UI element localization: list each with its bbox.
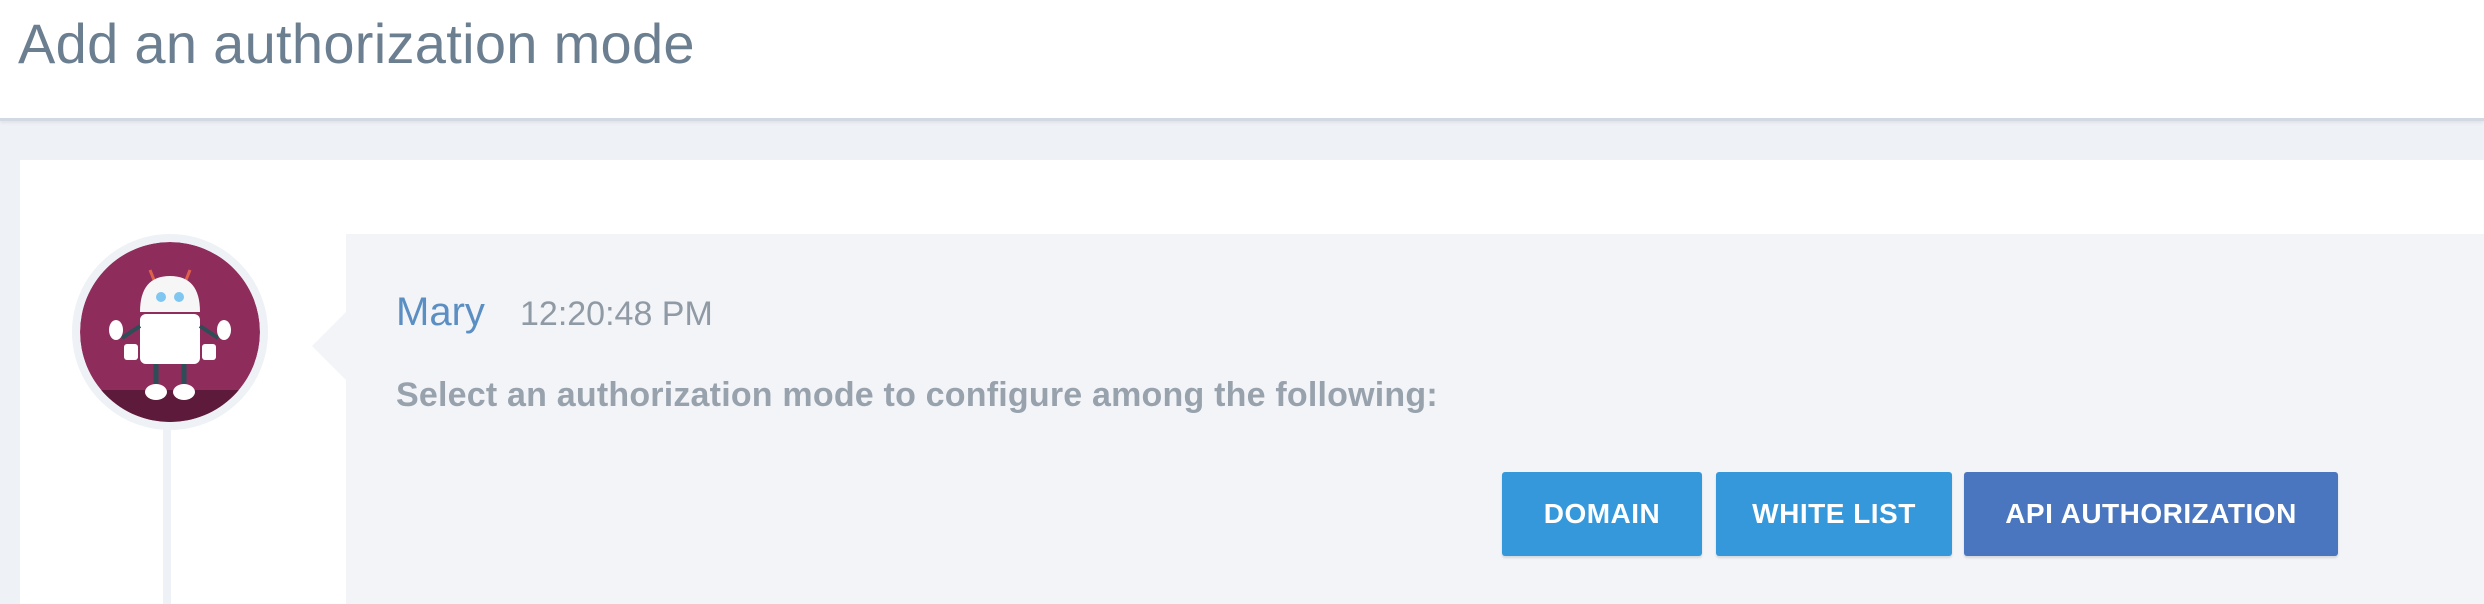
avatar bbox=[80, 242, 260, 422]
message-bubble: Mary 12:20:48 PM Select an authorization… bbox=[312, 234, 2484, 604]
api-authorization-button[interactable]: API AUTHORIZATION bbox=[1964, 472, 2338, 556]
timeline-line bbox=[163, 420, 171, 604]
page-title: Add an authorization mode bbox=[18, 12, 695, 75]
avatar-ring bbox=[72, 234, 268, 430]
domain-button[interactable]: DOMAIN bbox=[1502, 472, 1702, 556]
sender-name: Mary bbox=[396, 290, 485, 334]
message-text: Select an authorization mode to configur… bbox=[396, 376, 1438, 414]
white-list-button[interactable]: WHITE LIST bbox=[1716, 472, 1952, 556]
page-header: Add an authorization mode bbox=[0, 0, 2484, 121]
robot-icon bbox=[80, 242, 260, 422]
message-pointer bbox=[312, 312, 346, 380]
message-timestamp: 12:20:48 PM bbox=[520, 295, 713, 333]
